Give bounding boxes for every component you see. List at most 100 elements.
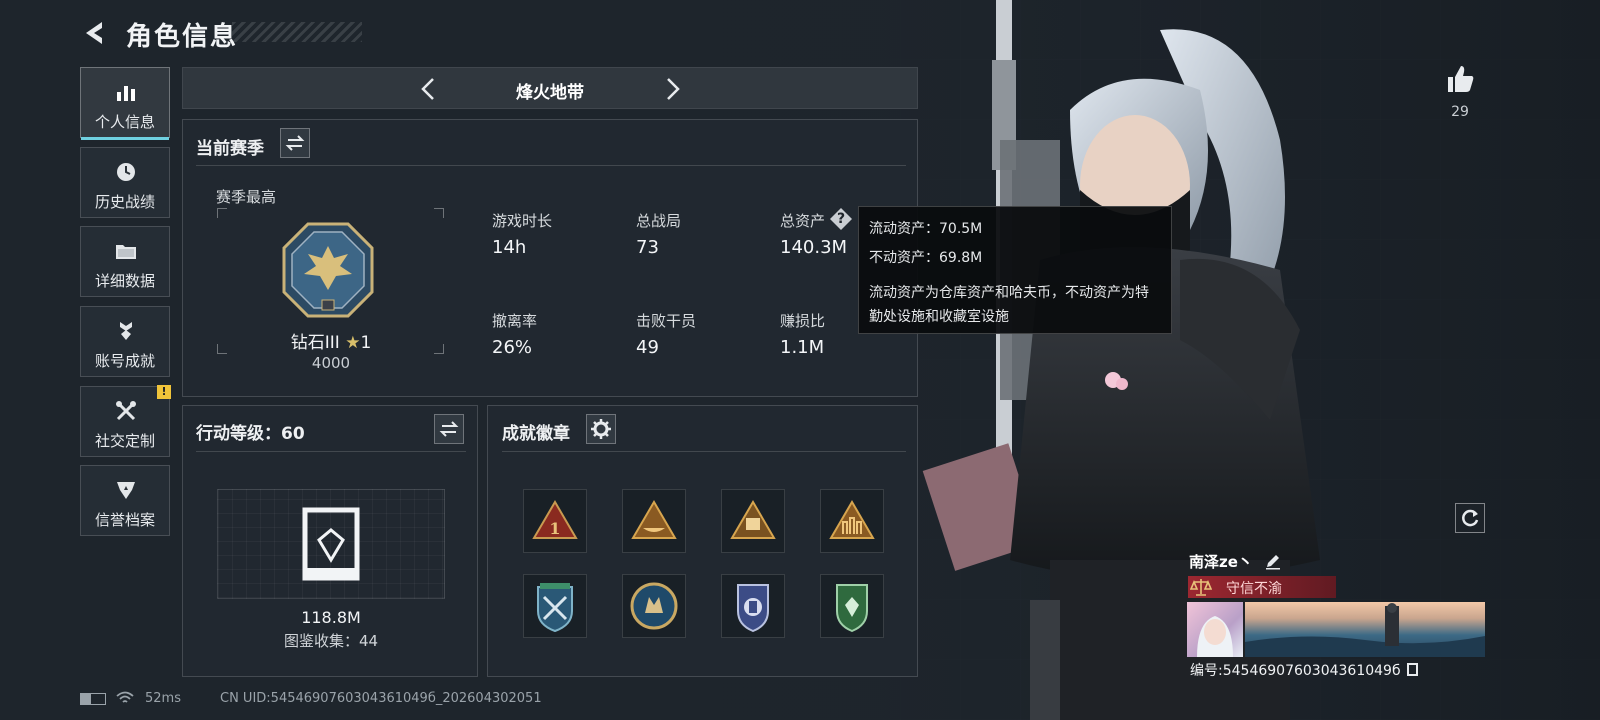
stat-label-kills: 击败干员 <box>636 312 697 330</box>
folder-icon <box>116 245 136 259</box>
sidebar-item-personal-info[interactable]: 个人信息 <box>80 67 170 140</box>
footer-uid: CN UID:5454690760304361049б_202604302051 <box>220 691 542 706</box>
battery-icon <box>80 693 106 705</box>
achievement-panel: 成就徽章 1 <box>487 405 918 677</box>
achievement-badge-2[interactable] <box>622 489 686 553</box>
triangle-58-badge-icon <box>730 500 776 539</box>
triangle-boat-badge-icon <box>631 500 677 539</box>
stat-label-playtime: 游戏时长 <box>492 212 553 230</box>
shield-knight-badge-icon <box>737 584 769 633</box>
sidebar-item-label: 详细数据 <box>94 272 155 290</box>
round-wolf-badge-icon <box>630 582 678 630</box>
achievement-badge-6[interactable] <box>622 574 686 638</box>
like-count: 29 <box>1451 104 1469 120</box>
clock-icon <box>117 163 135 181</box>
scales-icon <box>1190 579 1212 596</box>
gear-icon <box>591 419 611 439</box>
achievement-badge-3[interactable] <box>721 489 785 553</box>
swap-icon <box>285 135 305 151</box>
edit-pencil-icon[interactable] <box>1264 552 1282 570</box>
stat-label-assets: 总资产 <box>780 212 826 230</box>
swap-icon <box>439 421 459 437</box>
tooltip-fixed-assets: 不动资产：69.8M <box>869 250 983 266</box>
sidebar-item-details[interactable]: 详细数据 <box>80 226 170 297</box>
season-best-label: 赛季最高 <box>216 188 277 206</box>
level-switch-button[interactable] <box>434 414 464 444</box>
sidebar-item-social[interactable]: 社交定制 ! <box>80 385 171 457</box>
player-uid: 编号:5454690760304361049б <box>1190 663 1401 679</box>
sidebar-item-history[interactable]: 历史战绩 <box>80 147 170 218</box>
mode-selector: 烽火地带 <box>182 67 918 109</box>
motto-text: 守信不渝 <box>1226 581 1282 597</box>
season-switch-button[interactable] <box>280 128 310 158</box>
achievement-badge-5[interactable] <box>523 574 587 638</box>
achievement-badge-1[interactable]: 1 <box>523 489 587 553</box>
ping-text: 52ms <box>145 691 181 706</box>
alert-badge: ! <box>157 385 171 399</box>
sidebar-item-achievements[interactable]: 账号成就 <box>80 306 170 377</box>
diamond-rank-emblem-icon <box>282 222 374 318</box>
shield-icon <box>117 482 135 499</box>
action-level-panel: 行动等级：60 118.8M 图鉴收集：44 <box>182 405 478 677</box>
chevron-right-icon[interactable] <box>659 76 685 102</box>
avatar[interactable] <box>1187 602 1243 657</box>
achievement-badge-4[interactable] <box>820 489 884 553</box>
stat-label-matches: 总战局 <box>636 212 682 230</box>
green-shield-badge-icon <box>836 584 868 633</box>
sidebar-item-label: 社交定制 <box>94 432 155 450</box>
collection-case-icon[interactable] <box>301 506 361 582</box>
refresh-button[interactable] <box>1455 503 1485 533</box>
divider <box>502 451 906 452</box>
page-title: 角色信息 <box>126 22 239 52</box>
bar-chart-icon <box>117 86 135 101</box>
stat-label-extract-rate: 撤离率 <box>492 312 538 330</box>
sidebar-item-label: 个人信息 <box>94 113 155 131</box>
svg-text:1: 1 <box>549 519 560 538</box>
collection-value: 118.8M <box>301 608 361 627</box>
avatar-portrait <box>1197 616 1233 657</box>
refresh-icon <box>1462 509 1479 527</box>
tools-icon <box>116 401 136 421</box>
rank-stars: 1 <box>360 333 372 353</box>
stat-value-matches: 73 <box>636 237 659 258</box>
triangle-soldiers-badge-icon <box>829 500 875 539</box>
achievement-badge-8[interactable] <box>820 574 884 638</box>
copy-icon[interactable] <box>1407 663 1418 676</box>
divider <box>196 451 466 452</box>
achievement-badge-7[interactable] <box>721 574 785 638</box>
assets-tooltip: 流动资产：70.5M 不动资产：69.8M 流动资产为仓库资产和哈夫币，不动资产… <box>858 206 1172 334</box>
back-arrow-icon[interactable] <box>80 18 110 48</box>
thumbs-up-icon[interactable] <box>1444 63 1476 95</box>
stat-label-profit-ratio: 赚损比 <box>780 312 826 330</box>
sidebar-item-credit[interactable]: 信誉档案 <box>80 465 170 536</box>
player-banner[interactable] <box>1245 602 1485 657</box>
game-screen: 角色信息 个人信息 历史战绩 详细数据 账号成就 社交定制 ! 信誉档案 烽火地… <box>0 0 1600 720</box>
stat-value-assets: 140.3M <box>780 237 848 258</box>
shield-crossed-badge-icon <box>537 583 573 633</box>
rank-score: 4000 <box>311 354 351 372</box>
rank-line: 钻石III ★1 <box>183 328 479 353</box>
player-name: 南泽ze丶 <box>1189 553 1253 571</box>
achievement-settings-button[interactable] <box>586 414 616 444</box>
sidebar-item-label: 历史战绩 <box>94 193 155 211</box>
star-icon: ★ <box>345 333 361 353</box>
action-level-title: 行动等级：60 <box>196 424 305 444</box>
season-title: 当前赛季 <box>196 139 264 159</box>
collection-count: 图鉴收集：44 <box>283 632 379 650</box>
help-icon[interactable]: ? <box>830 208 852 230</box>
medal-icon <box>120 322 132 340</box>
stat-value-kills: 49 <box>636 337 659 358</box>
stat-value-extract-rate: 26% <box>492 337 533 358</box>
triangle-1-badge-icon: 1 <box>532 500 578 539</box>
title-decoration <box>232 22 362 42</box>
sidebar-item-label: 账号成就 <box>94 352 155 370</box>
rank-name: 钻石III <box>290 333 340 353</box>
sidebar-item-label: 信誉档案 <box>94 511 155 529</box>
season-panel: 当前赛季 赛季最高 钻石III ★1 4000 游戏时长 14h 总战局 73 <box>182 119 918 397</box>
tooltip-liquid-assets: 流动资产：70.5M <box>869 221 983 237</box>
wifi-icon <box>116 691 134 703</box>
mode-title: 烽火地带 <box>516 83 584 103</box>
tooltip-description: 流动资产为仓库资产和哈夫币，不动资产为特勤处设施和收藏室设施 <box>869 285 1149 325</box>
banner-scene <box>1245 603 1485 657</box>
divider <box>196 165 906 166</box>
